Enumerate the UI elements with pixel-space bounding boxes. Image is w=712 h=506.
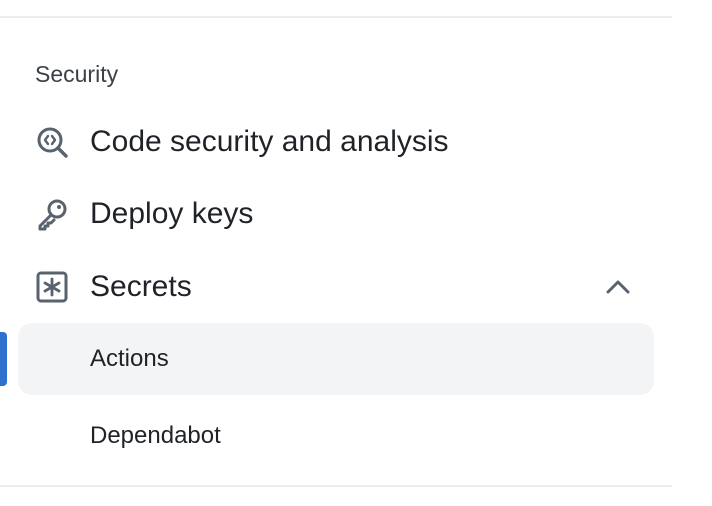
key-icon [32, 194, 72, 234]
chevron-up-icon[interactable] [600, 269, 636, 305]
sidebar-subitem-dependabot[interactable]: Dependabot [18, 400, 654, 472]
sidebar-item-deploy-keys[interactable]: Deploy keys [18, 182, 654, 246]
asterisk-box-icon [32, 267, 72, 307]
sidebar-item-label: Secrets [90, 270, 192, 303]
sidebar-subitem-actions[interactable]: Actions [18, 323, 654, 395]
sidebar-subitem-label: Dependabot [90, 422, 221, 449]
bottom-divider [0, 485, 672, 487]
settings-sidebar: Security Code security and analysis Depl… [0, 0, 712, 506]
section-heading-security: Security [35, 61, 119, 87]
active-indicator [0, 332, 7, 386]
top-divider [0, 16, 672, 18]
sidebar-item-secrets[interactable]: Secrets [18, 255, 654, 319]
sidebar-item-code-security[interactable]: Code security and analysis [18, 110, 654, 174]
sidebar-item-label: Deploy keys [90, 197, 254, 230]
sidebar-item-label: Code security and analysis [90, 125, 449, 158]
sidebar-subitem-label: Actions [90, 345, 169, 372]
codescan-icon [32, 122, 72, 162]
